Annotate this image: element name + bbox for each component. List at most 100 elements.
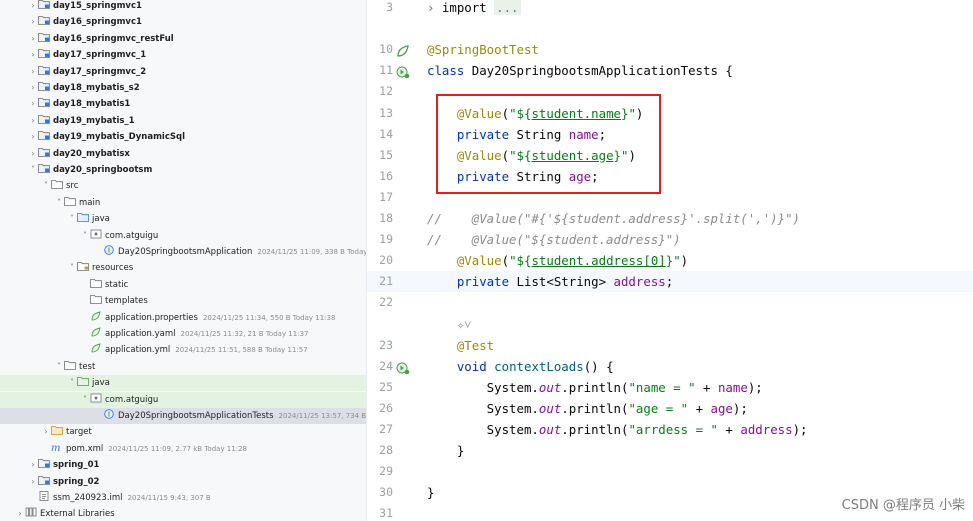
code-token: ; [665,274,674,290]
chevron-down-icon[interactable]: ˅ [80,392,90,408]
tree-item[interactable]: ˅ day20_springbootsm [0,162,366,178]
chevron-down-icon[interactable]: ˅ [28,162,38,178]
line-number: 15 [379,147,393,162]
tree-item[interactable]: › day16_springmvc_restFul [0,31,366,47]
chevron-down-icon[interactable]: ˅ [54,195,64,211]
code-text: @Test [427,335,494,356]
tree-item[interactable]: ˅ java [0,211,366,227]
tree-item[interactable]: ˅ resources [0,260,366,276]
line-number: 21 [379,274,393,289]
line-number: 25 [379,379,393,394]
tree-item[interactable]: › day17_springmvc_1 [0,47,366,63]
code-line[interactable]: 20 @Value("${student.address[0]}") [367,250,973,271]
code-line[interactable]: 16 private String age; [367,166,973,187]
tree-item[interactable]: application.properties 2024/11/25 11:34, … [0,310,366,326]
code-line[interactable]: 18 // @Value("#{'${student.address}'.spli… [367,208,973,229]
tree-item[interactable]: › day18_mybatis_s2 [0,80,366,96]
tree-item[interactable]: › day16_springmvc1 [0,14,366,30]
chevron-right-icon[interactable]: › [28,80,38,96]
chevron-right-icon[interactable]: › [28,113,38,129]
chevron-down-icon[interactable]: ˅ [67,211,77,227]
code-text: // @Value("#{'${student.address}'.split(… [427,208,800,229]
code-line[interactable]: 29 [367,461,973,482]
chevron-down-icon[interactable]: ˅ [41,178,51,194]
module-folder-icon [38,15,50,26]
code-line[interactable]: 28 } [367,440,973,461]
chevron-down-icon[interactable]: ˅ [67,375,77,391]
chevron-down-icon[interactable]: ˅ [67,260,77,276]
tree-item[interactable]: static [0,277,366,293]
code-line[interactable]: 15 @Value("${student.age}") [367,145,973,166]
tree-item[interactable]: ˅ test [0,359,366,375]
tree-item[interactable]: › External Libraries [0,506,366,521]
tree-item[interactable]: › day19_mybatis_1 [0,113,366,129]
chevron-right-icon[interactable]: › [28,146,38,162]
tree-item[interactable]: › spring_02 [0,474,366,490]
code-token: @Test [456,337,495,353]
spring-class-icon [103,245,115,255]
code-line[interactable]: 26 System.out.println("age = " + age); [367,398,973,419]
code-line[interactable]: 11 class Day20SpringbootsmApplicationTest… [367,60,973,81]
tree-item[interactable]: › day18_mybatis1 [0,96,366,112]
chevron-right-icon[interactable]: › [28,457,38,473]
chevron-right-icon[interactable]: › [28,96,38,112]
tree-item[interactable]: ˅ java [0,375,366,392]
code-editor[interactable]: 3 › import ... 10 @SpringBootTest 11 class Da… [367,0,973,521]
chevron-right-icon[interactable]: › [28,14,38,30]
tree-item[interactable]: ˅ main [0,195,366,211]
tree-item[interactable]: › day15_springmvc1 [0,0,366,14]
tree-item[interactable]: › day17_springmvc_2 [0,64,366,80]
code-line[interactable]: 24 void contextLoads() { [367,356,973,377]
run-test-icon[interactable] [396,360,410,374]
tree-item[interactable]: templates [0,293,366,309]
code-token: ); [732,400,748,416]
spring-bean-icon[interactable] [396,43,410,57]
code-line[interactable]: 19 // @Value("${student.address}") [367,229,973,250]
chevron-down-icon[interactable]: ˅ [54,359,64,375]
folder-icon [64,196,76,206]
code-line[interactable]: 10 @SpringBootTest [367,39,973,60]
code-line[interactable]: 14 private String name; [367,124,973,145]
tree-item-label: day20_mybatisx [53,148,130,159]
tree-item[interactable]: › day19_mybatis_DynamicSql [0,129,366,145]
tree-item[interactable]: application.yaml 2024/11/25 11:32, 21 B T… [0,326,366,342]
code-line[interactable]: 27 System.out.println("arrdess = " + add… [367,419,973,440]
code-line[interactable]: 21 private List<String> address; [367,271,973,293]
tree-item[interactable]: application.yml 2024/11/25 11:51, 588 B T… [0,342,366,358]
chevron-right-icon[interactable]: › [28,31,38,47]
line-number: 29 [379,464,393,479]
tree-item[interactable]: ˅ src [0,178,366,194]
chevron-right-icon[interactable]: › [28,47,38,63]
tree-item[interactable]: › day20_mybatisx [0,146,366,162]
code-line[interactable]: 23 @Test [367,335,973,356]
tree-item[interactable]: › target [0,424,366,440]
code-line[interactable]: 22 [367,292,973,313]
chevron-right-icon[interactable]: › [28,474,38,490]
tree-item[interactable]: m pom.xml 2024/11/25 11:09, 2.77 kB Today … [0,441,366,457]
code-line[interactable]: ✧˅ [367,314,973,335]
chevron-down-icon[interactable]: ˅ [80,228,90,244]
tree-item[interactable]: ˅ com.atguigu [0,228,366,244]
tree-item[interactable]: ˅ com.atguigu [0,391,366,408]
tree-item[interactable]: › spring_01 [0,457,366,473]
chevron-right-icon[interactable]: › [28,129,38,145]
code-line[interactable]: 25 System.out.println("name = " + name); [367,377,973,398]
chevron-right-icon[interactable]: › [28,0,38,14]
module-folder-icon [38,65,50,75]
tree-item[interactable]: Day20SpringbootsmApplication 2024/11/25 1… [0,244,366,260]
tree-item[interactable]: Day20SpringbootsmApplicationTests 2024/11… [0,408,366,424]
code-line[interactable] [367,18,973,39]
tree-item[interactable]: ssm_240923.iml 2024/11/15 9:43, 307 B [0,490,366,506]
chevron-right-icon[interactable]: › [28,64,38,80]
code-token: + [695,379,718,395]
code-line[interactable]: 12 [367,81,973,102]
chevron-right-icon[interactable]: › [15,506,25,521]
run-test-icon[interactable] [396,64,410,79]
code-token: }" [621,105,636,121]
code-line[interactable]: 13 @Value("${student.name}") [367,103,973,124]
code-line[interactable]: 17 [367,187,973,208]
code-line[interactable]: 3 › import ... [367,0,973,18]
chevron-right-icon[interactable]: › [41,424,51,440]
code-token: student.age [531,147,614,163]
